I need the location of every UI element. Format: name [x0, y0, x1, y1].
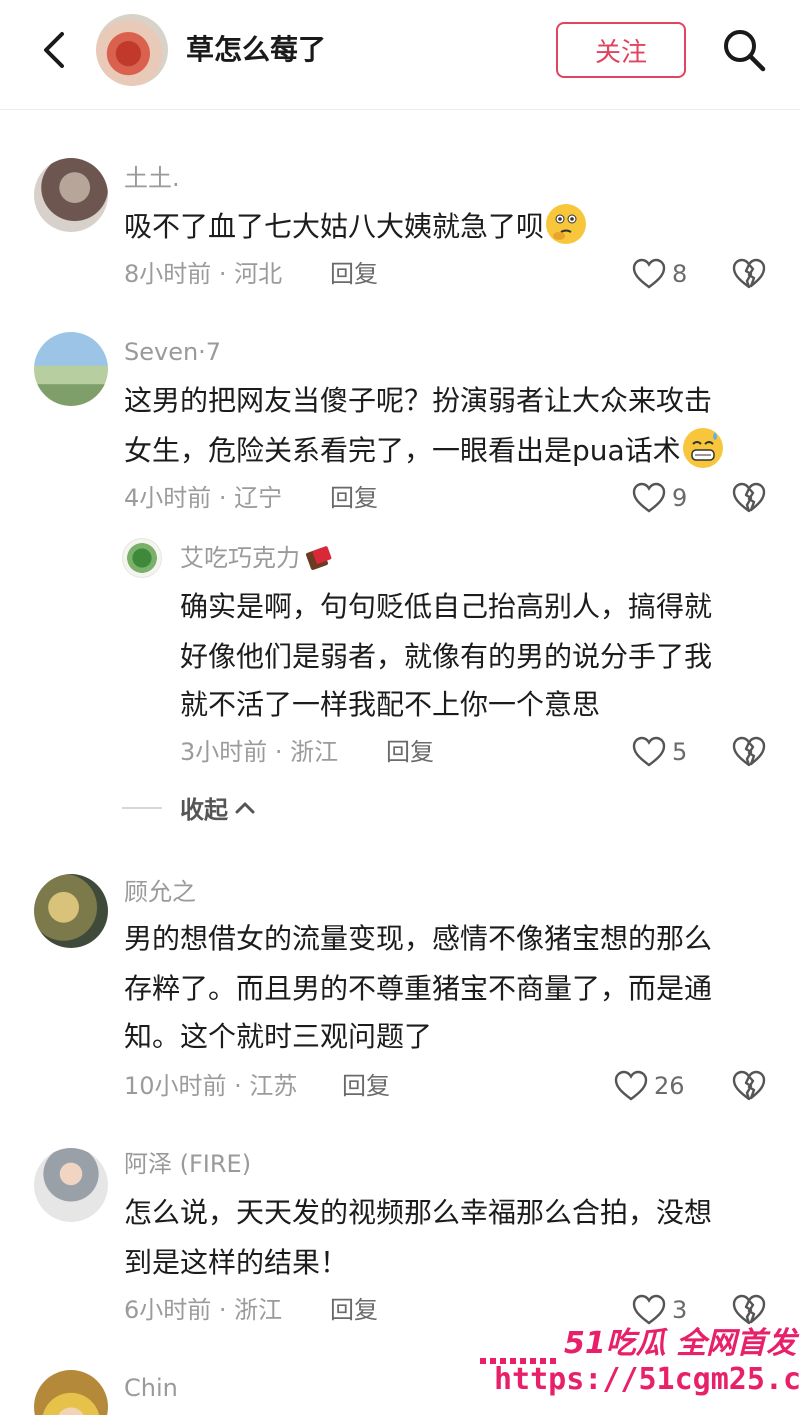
comment-text-line: 女生，危险关系看完了，一眼看出是pua话术 — [124, 434, 681, 467]
reply-meta: 3小时前 · 浙江 — [180, 738, 339, 766]
avatar[interactable] — [34, 1148, 108, 1222]
like-button[interactable]: 26 — [614, 1068, 685, 1104]
author-avatar[interactable] — [96, 14, 168, 86]
comment-text-line: 到是这样的结果！ — [124, 1246, 349, 1279]
watermark: 51吃瓜 全网首发 https://51cgm25.com — [480, 1318, 800, 1415]
comment-text-line: 存粹了。而且男的不尊重猪宝不商量了，而是通 — [124, 972, 713, 1005]
comment-text-line: 男的想借女的流量变现，感情不像猪宝想的那么 — [124, 922, 713, 955]
chocolate-emoji-icon — [304, 544, 334, 572]
author-name[interactable]: 草怎么莓了 — [186, 28, 326, 72]
broken-heart-icon — [732, 1070, 766, 1101]
like-count: 9 — [672, 484, 688, 512]
reply-text-line: 好像他们是弱者，就像有的男的说分手了我 — [180, 640, 713, 673]
broken-heart-icon — [732, 482, 766, 513]
thinking-emoji-icon — [546, 204, 587, 244]
search-button[interactable] — [720, 26, 768, 74]
search-icon — [724, 30, 766, 72]
grimace-sweat-emoji-icon — [682, 428, 723, 468]
dislike-button[interactable] — [732, 1070, 766, 1102]
like-button[interactable]: 9 — [632, 480, 687, 516]
chevron-left-icon — [44, 32, 64, 68]
broken-heart-icon — [732, 258, 766, 289]
heart-icon — [632, 258, 666, 289]
like-button[interactable]: 5 — [632, 734, 687, 770]
avatar[interactable] — [122, 538, 162, 578]
like-button[interactable]: 8 — [632, 256, 687, 292]
reply-button[interactable]: 回复 — [330, 482, 378, 514]
follow-button[interactable]: 关注 — [556, 22, 686, 78]
heart-icon — [614, 1070, 648, 1101]
like-count: 8 — [672, 260, 688, 288]
comment-username[interactable]: Chin — [124, 1372, 178, 1404]
dislike-button[interactable] — [732, 482, 766, 514]
like-count: 5 — [672, 738, 688, 766]
reply-button[interactable]: 回复 — [330, 1294, 378, 1326]
dislike-button[interactable] — [732, 736, 766, 768]
comment-username[interactable]: 顾允之 — [124, 876, 196, 908]
avatar[interactable] — [34, 874, 108, 948]
chevron-up-icon — [235, 802, 255, 813]
comment-text: 吸不了血了七大姑八大姨就急了呗 — [124, 202, 587, 252]
dislike-button[interactable] — [732, 258, 766, 290]
watermark-url: https://51cgm25.com — [494, 1362, 800, 1397]
reply-username[interactable]: 艾吃巧克力 — [180, 542, 334, 574]
like-count: 26 — [654, 1072, 685, 1100]
comment-text-line: 吸不了血了七大姑八大姨就急了呗 — [124, 210, 545, 243]
heart-icon — [632, 482, 666, 513]
comment-meta: 10小时前 · 江苏 — [124, 1072, 298, 1100]
comment-username[interactable]: 阿泽 (FIRE) — [124, 1148, 251, 1180]
divider — [122, 806, 162, 809]
reply-username-text: 艾吃巧克力 — [180, 544, 300, 572]
heart-icon — [632, 736, 666, 767]
collapse-replies-button[interactable]: 收起 — [122, 790, 256, 825]
top-bar: 草怎么莓了 关注 — [0, 0, 800, 110]
reply-text-line: 确实是啊，句句贬低自己抬高别人，搞得就 — [180, 590, 713, 623]
avatar[interactable] — [34, 332, 108, 406]
comment-meta: 8小时前 · 河北 — [124, 260, 283, 288]
reply-button[interactable]: 回复 — [342, 1070, 390, 1102]
comment-text: 女生，危险关系看完了，一眼看出是pua话术 — [124, 426, 723, 476]
reply-button[interactable]: 回复 — [386, 736, 434, 768]
avatar[interactable] — [34, 158, 108, 232]
comment-meta: 4小时前 · 辽宁 — [124, 484, 283, 512]
comment-text-line: 这男的把网友当傻子呢？扮演弱者让大众来攻击 — [124, 384, 713, 417]
comment-text-line: 怎么说，天天发的视频那么幸福那么合拍，没想 — [124, 1196, 713, 1229]
collapse-label: 收起 — [180, 796, 228, 824]
broken-heart-icon — [732, 736, 766, 767]
reply-text-line: 就不活了一样我配不上你一个意思 — [180, 688, 601, 721]
comment-meta: 6小时前 · 浙江 — [124, 1296, 283, 1324]
comment-text-line: 知。这个就时三观问题了 — [124, 1020, 433, 1053]
avatar[interactable] — [34, 1370, 108, 1415]
watermark-title: 51吃瓜 全网首发 — [564, 1326, 797, 1361]
comment-username[interactable]: 土土. — [124, 162, 180, 194]
comment-username[interactable]: Seven·7 — [124, 336, 221, 368]
reply-button[interactable]: 回复 — [330, 258, 378, 290]
back-button[interactable] — [36, 28, 72, 72]
